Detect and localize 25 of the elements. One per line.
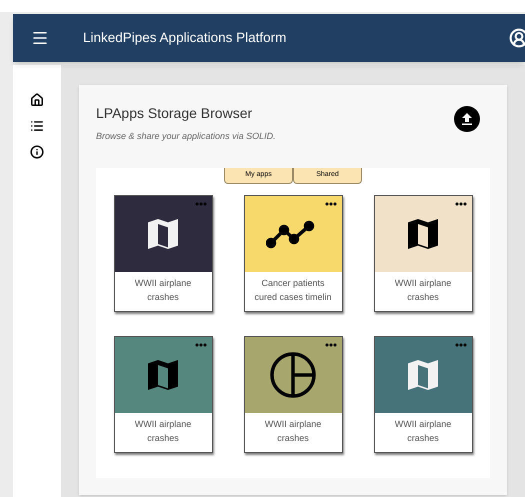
tile-caption: WWII airplane crashes bbox=[134, 418, 192, 444]
app-tile[interactable]: WWII airplane crashes bbox=[244, 336, 342, 452]
list-icon bbox=[30, 119, 44, 133]
home-icon bbox=[30, 93, 44, 107]
tile-caption: WWII airplane crashes bbox=[394, 276, 452, 304]
tile-caption: WWII airplane crashes bbox=[394, 418, 452, 444]
more-icon[interactable] bbox=[324, 342, 336, 346]
app-tile[interactable]: WWII airplane crashes bbox=[114, 194, 212, 312]
more-icon[interactable] bbox=[324, 202, 336, 206]
tile-caption: Cancer patients cured cases timelin bbox=[254, 276, 332, 304]
account-button[interactable] bbox=[509, 28, 525, 48]
app-tile[interactable]: Cancer patients cured cases timelin bbox=[244, 194, 342, 312]
app-title: LinkedPipes Applications Platform bbox=[83, 28, 286, 47]
app-tile[interactable]: WWII airplane crashes bbox=[374, 194, 472, 312]
app-tile[interactable]: WWII airplane crashes bbox=[374, 336, 472, 452]
info-icon bbox=[30, 145, 44, 159]
upload-icon bbox=[460, 112, 474, 126]
tile-caption: WWII airplane crashes bbox=[134, 276, 192, 304]
menu-button[interactable] bbox=[31, 29, 49, 47]
app-tile[interactable]: WWII airplane crashes bbox=[114, 336, 212, 452]
upload-button[interactable] bbox=[454, 106, 480, 132]
page-subtitle: Browse & share your applications via SOLID. bbox=[96, 130, 276, 143]
more-icon[interactable] bbox=[454, 202, 466, 206]
tile-caption: WWII airplane crashes bbox=[264, 418, 322, 444]
page-title: LPApps Storage Browser bbox=[96, 104, 254, 123]
